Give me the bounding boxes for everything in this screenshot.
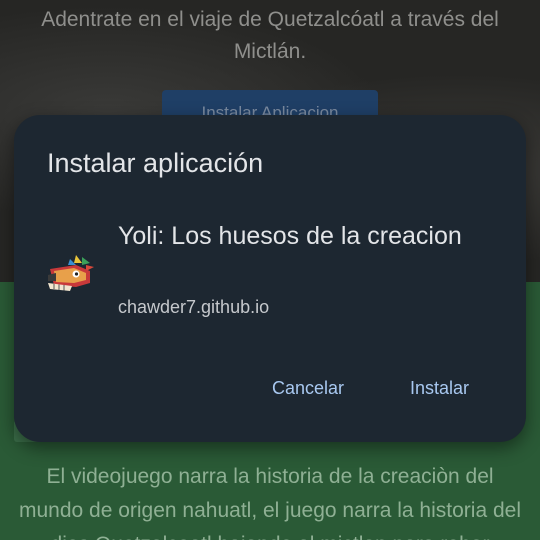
install-dialog: Instalar aplicación Yoli: Los huesos de … bbox=[14, 115, 526, 442]
description-paragraph: El videojuego narra la historia de la cr… bbox=[18, 465, 521, 540]
feathered-serpent-icon bbox=[46, 253, 96, 295]
cancel-button[interactable]: Cancelar bbox=[266, 370, 350, 406]
install-button[interactable]: Instalar bbox=[404, 370, 475, 406]
app-url: chawder7.github.io bbox=[118, 297, 270, 317]
page: Adentrate en el viaje de Quetzalcóatl a … bbox=[0, 0, 540, 540]
app-name: Yoli: Los huesos de la creacion bbox=[118, 222, 462, 250]
hero-subtitle: Adentrate en el viaje de Quetzalcóatl a … bbox=[41, 8, 499, 63]
dialog-title: Instalar aplicación bbox=[47, 148, 264, 178]
